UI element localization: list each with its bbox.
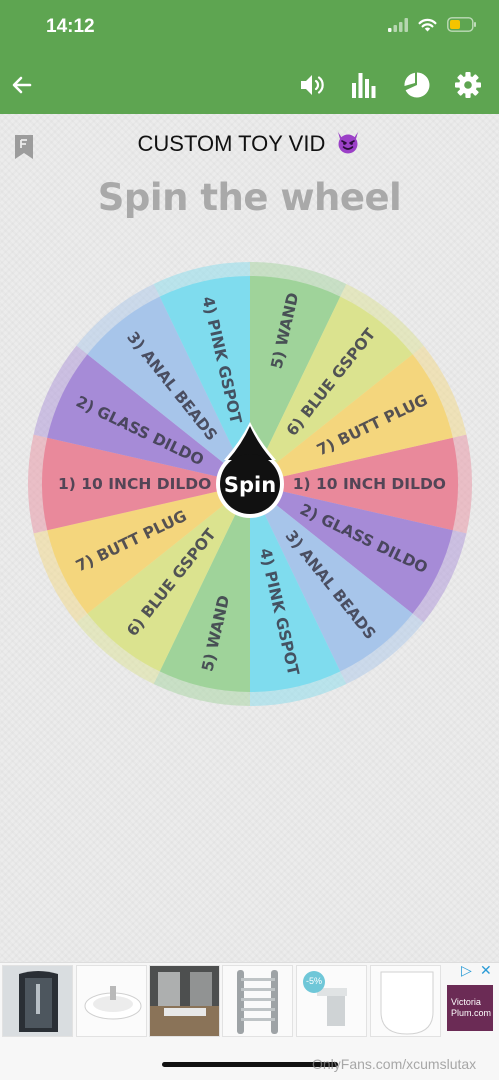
subtitle: Spin the wheel xyxy=(97,176,402,219)
status-bar: 14:12 xyxy=(0,0,499,56)
signal-icon xyxy=(388,17,408,36)
ad-item-towel-rail[interactable] xyxy=(222,965,293,1037)
ad-close-icon[interactable]: ✕ xyxy=(480,963,492,979)
status-icons xyxy=(388,17,477,36)
wheel-segment-label: 1) 10 INCH DILDO xyxy=(58,475,211,493)
ad-brand-logo[interactable]: Victoria Plum.com xyxy=(447,985,493,1031)
status-time: 14:12 xyxy=(46,16,95,37)
ad-item-wash-basin[interactable] xyxy=(76,965,147,1037)
battery-icon xyxy=(447,17,477,36)
ad-item-basin-tap[interactable]: -5% xyxy=(296,965,367,1037)
wifi-icon xyxy=(418,17,437,36)
sound-icon[interactable] xyxy=(295,67,331,103)
watermark: OnlyFans.com/xcumslutax xyxy=(312,1056,477,1072)
wheel-segment-label: 1) 10 INCH DILDO xyxy=(293,475,446,493)
back-arrow-icon[interactable] xyxy=(4,67,40,103)
ad-item-bathroom-suite[interactable] xyxy=(149,965,220,1037)
wheel-graphic[interactable]: 1) 10 INCH DILDO2) GLASS DILDO3) ANAL BE… xyxy=(24,258,476,710)
app-toolbar xyxy=(0,56,499,114)
pie-chart-icon[interactable] xyxy=(399,67,435,103)
wheel-title-text: CUSTOM TOY VID xyxy=(137,131,326,156)
spin-wheel[interactable]: 1) 10 INCH DILDO 2) GLASS DILDO 3) ANAL BE… xyxy=(24,258,476,710)
ad-item-toilet-seat[interactable] xyxy=(370,965,441,1037)
ad-item-shower-enclosure[interactable] xyxy=(2,965,73,1037)
settings-icon[interactable] xyxy=(450,67,486,103)
wheel-screen: CUSTOM TOY VID Spin the wheel 1) 10 INCH… xyxy=(0,114,499,962)
devil-emoji-icon xyxy=(335,130,361,160)
stats-icon[interactable] xyxy=(346,67,382,103)
ad-discount-badge: -5% xyxy=(306,976,323,986)
wheel-title[interactable]: CUSTOM TOY VID xyxy=(0,130,499,160)
spin-button-label: Spin xyxy=(224,473,276,497)
ad-choices-icon[interactable]: ▷ xyxy=(461,963,472,979)
